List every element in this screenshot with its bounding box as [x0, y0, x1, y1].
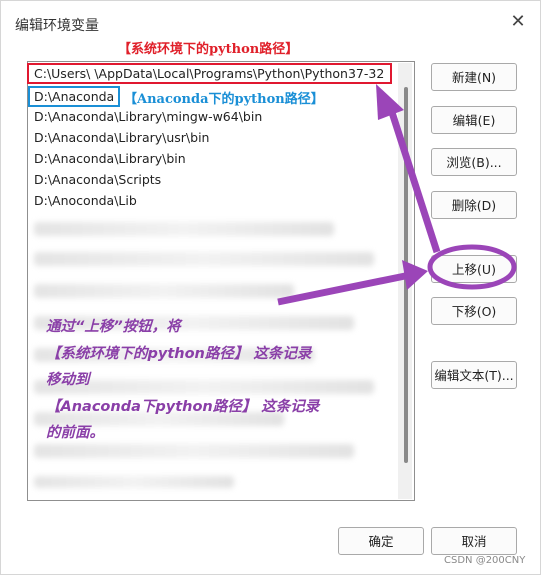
arrow-line-to-button [277, 271, 411, 306]
annotation-arrows [277, 84, 517, 306]
instruction-note: 通过“上移”按钮，将 【系统环境下的python路径】 这条记录 移动到 【An… [46, 314, 406, 447]
instruction-line: 【Anaconda下python路径】 这条记录 [46, 398, 320, 415]
instruction-line: 移动到 [46, 372, 90, 388]
move-up-highlight-ellipse [427, 244, 517, 290]
arrow-head-to-path [376, 84, 404, 120]
arrow-head-to-button [402, 260, 428, 290]
instruction-line: 【系统环境下的python路径】 这条记录 [46, 345, 312, 362]
instruction-line: 的前面。 [46, 425, 104, 441]
watermark: CSDN @200CNY [444, 555, 526, 566]
arrow-line-to-path [384, 98, 441, 254]
instruction-line: 通过“上移”按钮，将 [46, 319, 181, 335]
